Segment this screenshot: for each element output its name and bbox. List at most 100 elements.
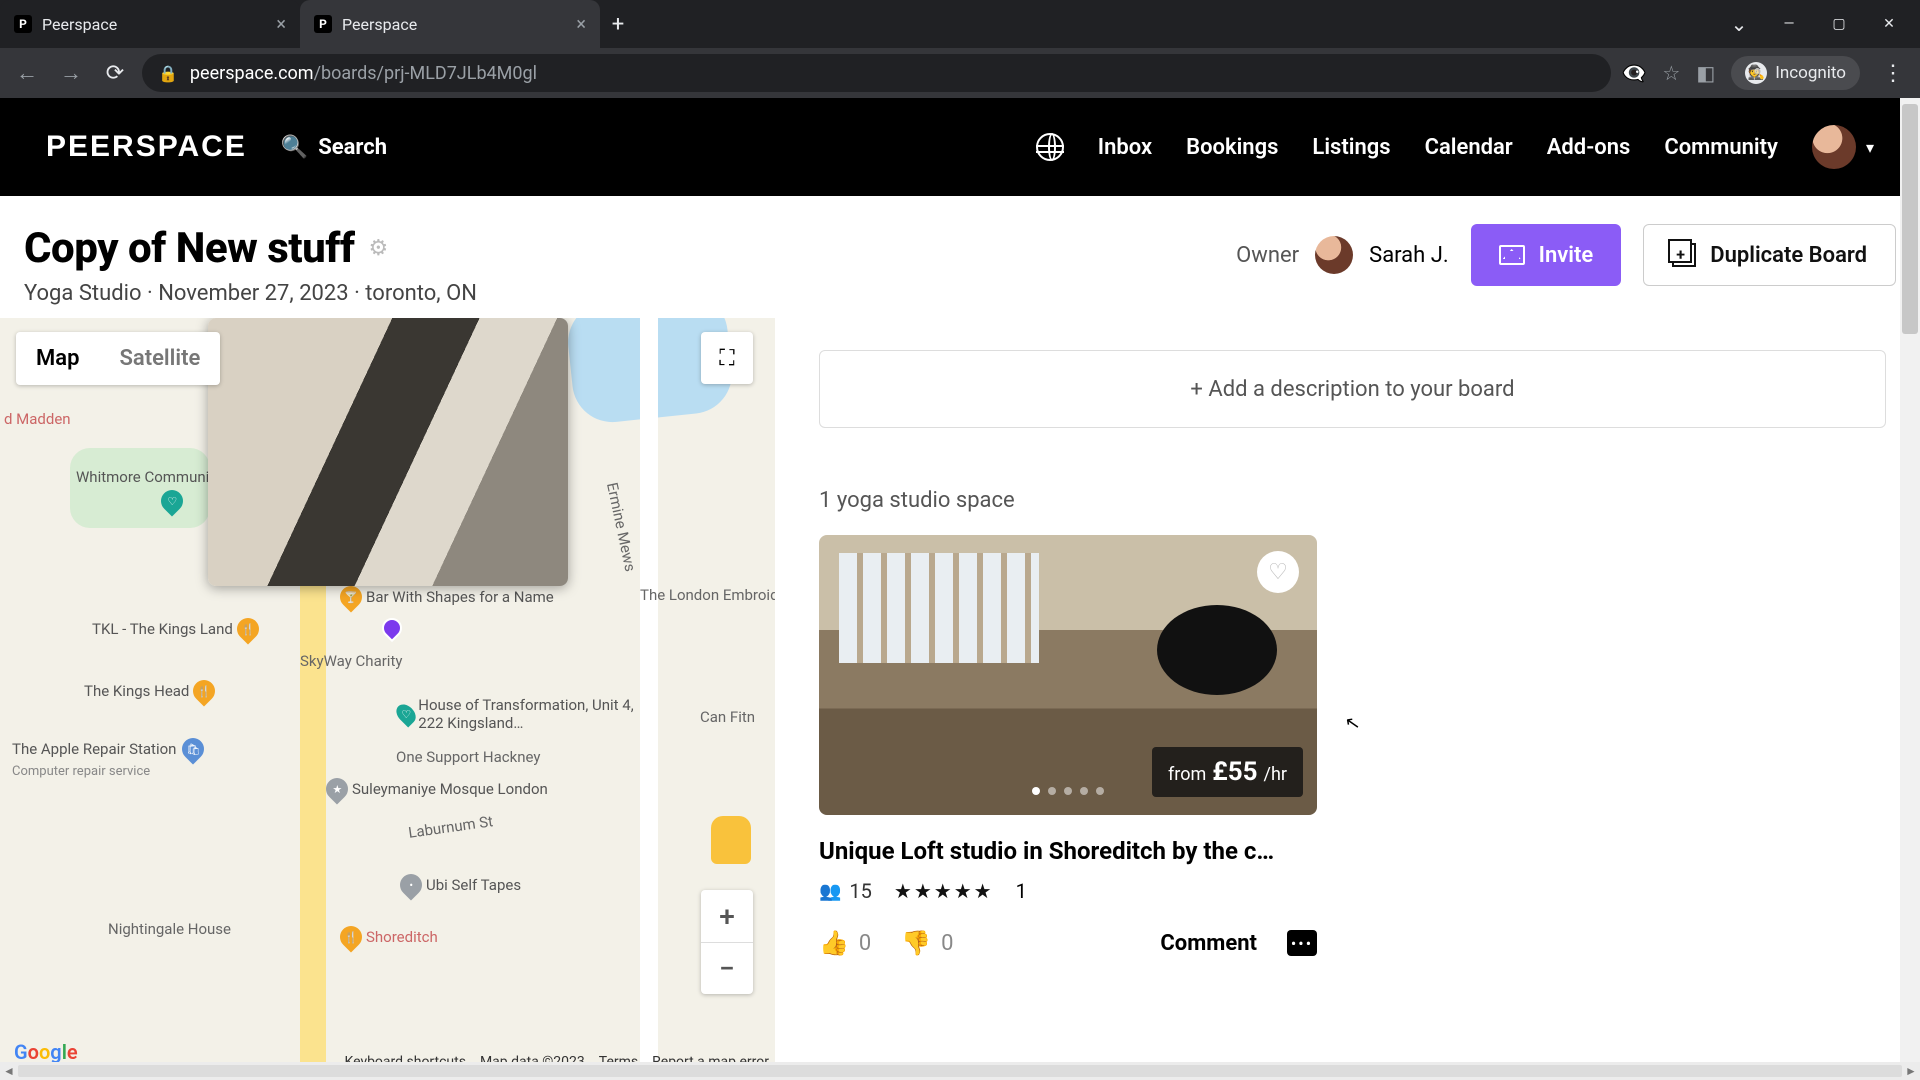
tab-favicon: P: [314, 15, 332, 33]
invite-button[interactable]: Invite: [1471, 224, 1622, 286]
toolbar-right: 👁‍🗨 ☆ ◧ 🕵 Incognito ⋮: [1621, 56, 1910, 90]
more-menu-icon[interactable]: •••: [1287, 930, 1317, 956]
site-header: PEERSPACE 🔍 Search Inbox Bookings Listin…: [0, 98, 1920, 196]
nav-inbox[interactable]: Inbox: [1098, 135, 1152, 160]
board-description-input[interactable]: + Add a description to your board: [819, 350, 1886, 428]
map-poi[interactable]: •Ubi Self Tapes: [400, 874, 521, 896]
listing-image[interactable]: ♡ from £55/hr: [819, 535, 1317, 815]
invite-label: Invite: [1539, 243, 1594, 268]
nav-reload-icon[interactable]: ⟳: [98, 56, 132, 90]
capacity: 👥15: [819, 879, 872, 903]
browser-tabs: P Peerspace × P Peerspace × +: [0, 0, 636, 48]
window-minimize-icon[interactable]: ―: [1766, 6, 1812, 42]
eye-off-icon[interactable]: 👁‍🗨: [1621, 61, 1646, 85]
map-tab-satellite[interactable]: Satellite: [99, 332, 220, 385]
owner-avatar: [1315, 236, 1353, 274]
map-tab-map[interactable]: Map: [16, 332, 99, 385]
map-type-toggle: Map Satellite: [16, 332, 220, 385]
pin-icon: 🍴: [335, 921, 366, 952]
nav-listings[interactable]: Listings: [1312, 135, 1390, 160]
map-poi-label: One Support Hackney: [396, 748, 541, 766]
tab-close-icon[interactable]: ×: [576, 14, 586, 35]
map-panel[interactable]: d Madden Whitmore Community Centre♡ TKL …: [0, 318, 775, 1074]
board-content: + Add a description to your board 1 yoga…: [775, 318, 1920, 1074]
map-poi[interactable]: TKL - The Kings Land🍴: [92, 618, 259, 640]
search-button[interactable]: 🔍 Search: [281, 135, 387, 160]
zoom-in-button[interactable]: +: [701, 890, 753, 942]
map-poi[interactable]: 🍴Shoreditch: [340, 926, 438, 948]
url-text: peerspace.com/boards/prj-MLD7JLb4M0gl: [190, 63, 537, 84]
pin-icon: 🍸: [335, 581, 366, 612]
listing-title: Unique Loft studio in Shoreditch by the …: [819, 837, 1317, 865]
gear-icon[interactable]: ⚙: [369, 236, 389, 261]
tab-close-icon[interactable]: ×: [276, 14, 286, 35]
nav-addons[interactable]: Add-ons: [1547, 135, 1631, 160]
people-icon: 👥: [819, 881, 841, 902]
nav-back-icon[interactable]: ←: [10, 56, 44, 90]
address-bar[interactable]: 🔒 peerspace.com/boards/prj-MLD7JLb4M0gl: [142, 54, 1611, 92]
map-street-label: Laburnum St: [407, 812, 494, 842]
price-prefix: from: [1168, 764, 1206, 785]
favorite-button[interactable]: ♡: [1257, 551, 1299, 593]
carousel-dots[interactable]: [1032, 787, 1104, 795]
thumbs-down-icon[interactable]: 👎: [901, 929, 931, 957]
window-maximize-icon[interactable]: ▢: [1816, 6, 1862, 42]
price-value: £55: [1212, 757, 1257, 787]
price-badge: from £55/hr: [1152, 747, 1303, 797]
map-poi-label: SkyWay Charity: [300, 652, 402, 670]
browser-tab-1[interactable]: P Peerspace ×: [300, 0, 600, 48]
preview-image: [208, 318, 568, 586]
listing-card[interactable]: ♡ from £55/hr Unique Loft studio in Shor…: [819, 535, 1317, 957]
horizontal-scrollbar[interactable]: ◄►: [0, 1062, 1920, 1080]
map-poi[interactable]: ♡House of Transformation, Unit 4, 222 Ki…: [398, 696, 658, 732]
browser-menu-icon[interactable]: ⋮: [1876, 61, 1910, 86]
map-poi[interactable]: The Kings Head🍴: [84, 680, 215, 702]
board-title: Copy of New stuff: [24, 224, 355, 273]
map-fullscreen-icon[interactable]: ⛶: [701, 332, 753, 384]
map-poi-label: Nightingale House: [108, 920, 231, 938]
map-poi[interactable]: The Apple Repair Station🛍Computer repair…: [12, 738, 204, 779]
tab-search-icon[interactable]: ⌄: [1716, 6, 1762, 42]
zoom-out-button[interactable]: −: [701, 942, 753, 994]
comment-button[interactable]: Comment: [1160, 931, 1257, 956]
pin-icon: 🍴: [232, 613, 263, 644]
tab-favicon: P: [14, 15, 32, 33]
pin-icon: •: [395, 869, 426, 900]
board-owner: Owner Sarah J.: [1236, 236, 1449, 274]
nav-calendar[interactable]: Calendar: [1425, 135, 1513, 160]
new-tab-button[interactable]: +: [600, 0, 636, 48]
owner-label: Owner: [1236, 243, 1299, 268]
map-poi[interactable]: 🍸Bar With Shapes for a Name: [340, 586, 554, 608]
vertical-scrollbar[interactable]: [1900, 98, 1920, 1062]
pegman-icon[interactable]: [711, 816, 751, 864]
pin-icon: ♡: [157, 485, 188, 516]
globe-icon[interactable]: [1036, 133, 1064, 161]
nav-community[interactable]: Community: [1664, 135, 1778, 160]
window-close-icon[interactable]: ✕: [1866, 6, 1912, 42]
window-controls: ⌄ ― ▢ ✕: [1716, 6, 1920, 42]
site-logo[interactable]: PEERSPACE: [46, 130, 247, 164]
description-placeholder: + Add a description to your board: [1190, 377, 1514, 402]
primary-nav: Inbox Bookings Listings Calendar Add-ons…: [1036, 125, 1874, 169]
duplicate-icon: [1672, 243, 1696, 267]
incognito-icon: 🕵: [1745, 62, 1767, 84]
down-count: 0: [941, 931, 953, 956]
page-viewport: PEERSPACE 🔍 Search Inbox Bookings Listin…: [0, 98, 1920, 1080]
map-street-label: Ermine Mews: [603, 481, 639, 573]
board-header: Copy of New stuff ⚙ Yoga Studio · Novemb…: [0, 196, 1920, 318]
bookmark-star-icon[interactable]: ☆: [1662, 61, 1680, 85]
account-menu[interactable]: ▾: [1812, 125, 1874, 169]
thumbs-up-icon[interactable]: 👍: [819, 929, 849, 957]
browser-tab-0[interactable]: P Peerspace ×: [0, 0, 300, 48]
envelope-icon: [1499, 245, 1525, 265]
owner-name: Sarah J.: [1369, 243, 1449, 268]
nav-bookings[interactable]: Bookings: [1186, 135, 1278, 160]
incognito-indicator[interactable]: 🕵 Incognito: [1731, 56, 1860, 90]
side-panel-icon[interactable]: ◧: [1696, 61, 1715, 85]
map-marker[interactable]: [378, 614, 406, 642]
map-poi[interactable]: ★Suleymaniye Mosque London: [326, 778, 548, 800]
search-icon: 🔍: [281, 135, 308, 160]
map-preview-popup[interactable]: [208, 318, 568, 586]
duplicate-board-button[interactable]: Duplicate Board: [1643, 224, 1896, 286]
review-count: 1: [1016, 879, 1027, 903]
